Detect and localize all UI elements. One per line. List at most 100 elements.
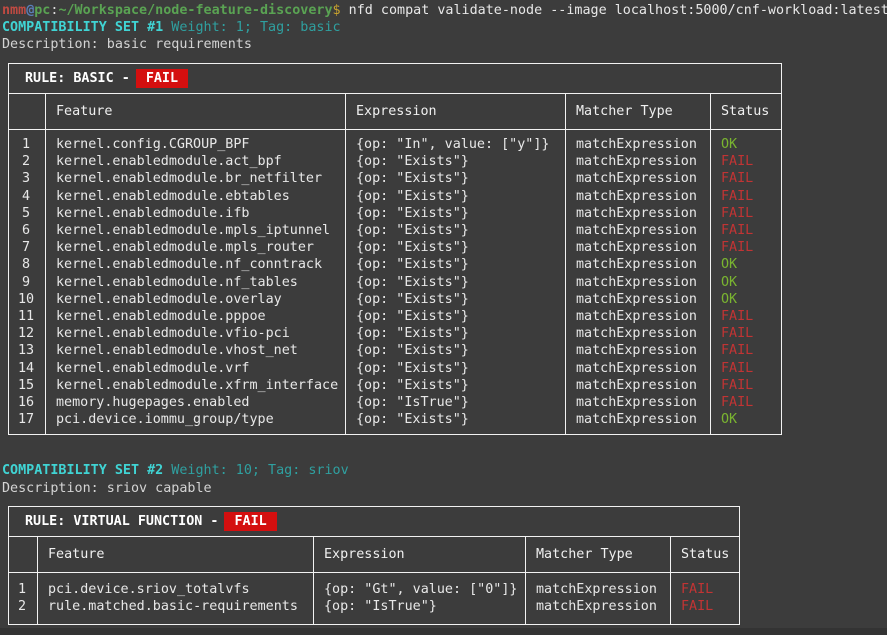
- command-text: nfd compat validate-node --image localho…: [341, 3, 887, 18]
- row-number: 5: [9, 205, 43, 222]
- table-body: 12 pci.device.sriov_totalvfsrule.matched…: [9, 573, 740, 624]
- col-header-feature: Feature: [46, 93, 346, 129]
- row-number: 1: [9, 581, 35, 598]
- expression-value: {op: "Exists"}: [356, 360, 561, 377]
- prompt-line: nmm@pc:~/Workspace/node-feature-discover…: [2, 2, 887, 19]
- status-value: OK: [721, 256, 777, 273]
- matcher-type-value: matchExpression: [576, 188, 706, 205]
- rule-status-badge: FAIL: [136, 69, 188, 88]
- matcher-type-value: matchExpression: [576, 411, 706, 428]
- row-number: 15: [9, 377, 43, 394]
- row-number: 14: [9, 360, 43, 377]
- status-value: FAIL: [721, 222, 777, 239]
- prompt-host: pc: [34, 3, 50, 18]
- row-number: 9: [9, 274, 43, 291]
- expression-value: {op: "Exists"}: [356, 377, 561, 394]
- compat-set-1-heading: COMPATIBILITY SET #1 Weight: 1; Tag: bas…: [2, 19, 887, 36]
- feature-value: kernel.enabledmodule.ifb: [56, 205, 341, 222]
- row-number: 2: [9, 153, 43, 170]
- status-value: FAIL: [721, 239, 777, 256]
- status-value: FAIL: [721, 360, 777, 377]
- compat-set-2-title: COMPATIBILITY SET #2: [2, 463, 163, 478]
- feature-value: pci.device.sriov_totalvfs: [48, 581, 309, 598]
- matcher-type-value: matchExpression: [576, 342, 706, 359]
- matcher-type-value: matchExpression: [576, 360, 706, 377]
- matcher-type-value: matchExpression: [576, 136, 706, 153]
- expression-value: {op: "Exists"}: [356, 205, 561, 222]
- matcher-type-value: matchExpression: [576, 222, 706, 239]
- rule-table-virtual-function: RULE: VIRTUAL FUNCTION -FAIL Feature Exp…: [8, 506, 740, 625]
- matcher-type-value: matchExpression: [576, 205, 706, 222]
- matcher-type-value: matchExpression: [576, 325, 706, 342]
- col-header-status: Status: [711, 93, 782, 129]
- row-number: 10: [9, 291, 43, 308]
- status-value: FAIL: [721, 342, 777, 359]
- expression-value: {op: "Exists"}: [356, 153, 561, 170]
- expression-value: {op: "Exists"}: [356, 411, 561, 428]
- feature-value: pci.device.iommu_group/type: [56, 411, 341, 428]
- rule-title-cell: RULE: BASIC -FAIL: [9, 63, 782, 93]
- feature-value: kernel.enabledmodule.mpls_iptunnel: [56, 222, 341, 239]
- row-number: 7: [9, 239, 43, 256]
- row-number: 13: [9, 342, 43, 359]
- column-matcher-type: matchExpressionmatchExpression: [526, 573, 671, 624]
- matcher-type-value: matchExpression: [576, 308, 706, 325]
- expression-value: {op: "IsTrue"}: [324, 598, 521, 615]
- matcher-type-value: matchExpression: [576, 256, 706, 273]
- compat-set-1-title: COMPATIBILITY SET #1: [2, 20, 163, 35]
- col-header-expression: Expression: [314, 537, 526, 573]
- expression-value: {op: "Exists"}: [356, 239, 561, 256]
- status-value: FAIL: [681, 598, 735, 615]
- column-features: kernel.config.CGROUP_BPFkernel.enabledmo…: [46, 130, 346, 435]
- rule-status-badge: FAIL: [224, 512, 276, 531]
- prompt-user: nmm: [2, 3, 26, 18]
- matcher-type-value: matchExpression: [576, 291, 706, 308]
- feature-value: rule.matched.basic-requirements: [48, 598, 309, 615]
- row-number: 12: [9, 325, 43, 342]
- expression-value: {op: "Exists"}: [356, 188, 561, 205]
- column-features: pci.device.sriov_totalvfsrule.matched.ba…: [38, 573, 314, 624]
- feature-value: kernel.enabledmodule.xfrm_interface: [56, 377, 341, 394]
- rule-title-cell: RULE: VIRTUAL FUNCTION -FAIL: [9, 506, 740, 536]
- column-expressions: {op: "In", value: ["y"]}{op: "Exists"}{o…: [346, 130, 566, 435]
- feature-value: kernel.enabledmodule.overlay: [56, 291, 341, 308]
- matcher-type-value: matchExpression: [576, 170, 706, 187]
- status-value: OK: [721, 291, 777, 308]
- feature-value: kernel.enabledmodule.vhost_net: [56, 342, 341, 359]
- table-body: 1234567891011121314151617 kernel.config.…: [9, 130, 782, 435]
- col-header-matcher-type: Matcher Type: [566, 93, 711, 129]
- table-header-row: Feature Expression Matcher Type Status: [9, 537, 740, 573]
- status-value: FAIL: [721, 188, 777, 205]
- feature-value: kernel.enabledmodule.vfio-pci: [56, 325, 341, 342]
- status-value: FAIL: [681, 581, 735, 598]
- expression-value: {op: "Exists"}: [356, 325, 561, 342]
- terminal-screen[interactable]: nmm@pc:~/Workspace/node-feature-discover…: [0, 0, 887, 625]
- status-value: FAIL: [721, 325, 777, 342]
- expression-value: {op: "Gt", value: ["0"]}: [324, 581, 521, 598]
- matcher-type-value: matchExpression: [576, 394, 706, 411]
- row-number: 11: [9, 308, 43, 325]
- column-status: FAILFAIL: [671, 573, 740, 624]
- column-expressions: {op: "Gt", value: ["0"]}{op: "IsTrue"}: [314, 573, 526, 624]
- col-header-status: Status: [671, 537, 740, 573]
- matcher-type-value: matchExpression: [576, 377, 706, 394]
- column-status: OKFAILFAILFAILFAILFAILFAILOKOKOKFAILFAIL…: [711, 130, 782, 435]
- row-number: 17: [9, 411, 43, 428]
- status-value: FAIL: [721, 394, 777, 411]
- col-header-feature: Feature: [38, 537, 314, 573]
- column-matcher-type: matchExpressionmatchExpressionmatchExpre…: [566, 130, 711, 435]
- feature-value: memory.hugepages.enabled: [56, 394, 341, 411]
- feature-value: kernel.enabledmodule.ebtables: [56, 188, 341, 205]
- expression-value: {op: "In", value: ["y"]}: [356, 136, 561, 153]
- feature-value: kernel.enabledmodule.pppoe: [56, 308, 341, 325]
- row-number: 6: [9, 222, 43, 239]
- compat-set-1-description: Description: basic requirements: [2, 36, 887, 53]
- status-value: OK: [721, 411, 777, 428]
- status-value: FAIL: [721, 170, 777, 187]
- feature-value: kernel.enabledmodule.vrf: [56, 360, 341, 377]
- row-number: 16: [9, 394, 43, 411]
- col-header-index: [9, 93, 46, 129]
- row-number: 2: [9, 598, 35, 615]
- feature-value: kernel.enabledmodule.br_netfilter: [56, 170, 341, 187]
- matcher-type-value: matchExpression: [536, 598, 666, 615]
